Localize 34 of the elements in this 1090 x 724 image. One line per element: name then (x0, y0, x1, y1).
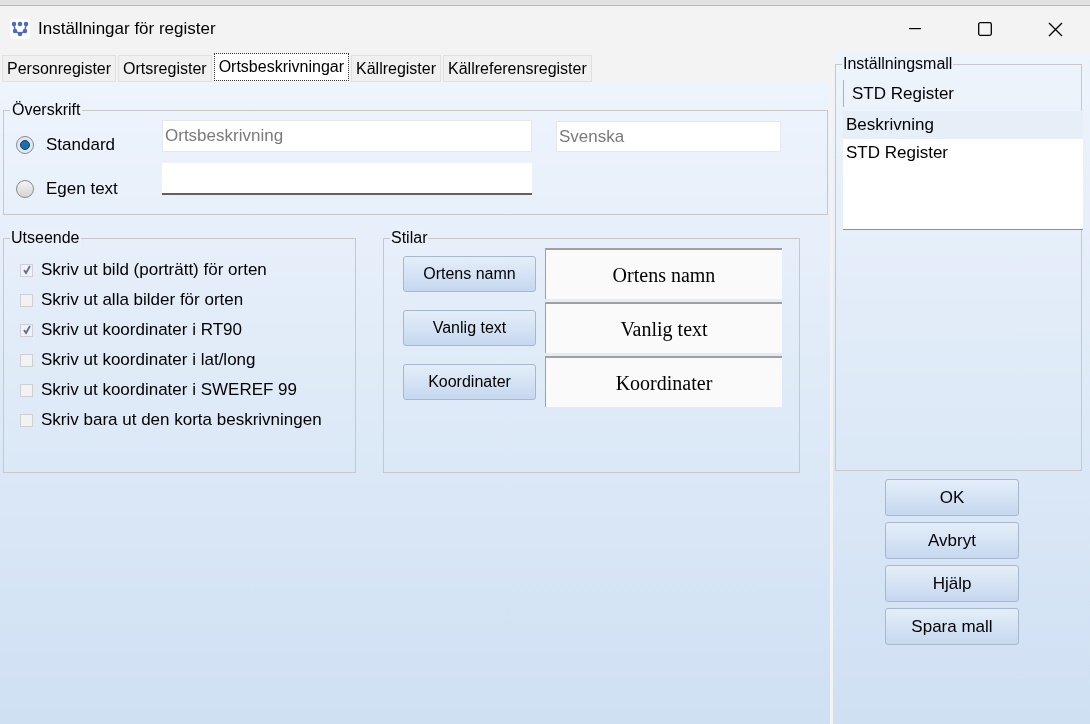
checkbox-option[interactable]: Skriv ut koordinater i SWEREF 99 (20, 375, 355, 405)
checkbox-option[interactable]: Skriv ut koordinater i lat/long (20, 345, 355, 375)
tab[interactable]: Ortsbeskrivningar (213, 53, 349, 81)
style-preview: Ortens namn (545, 248, 782, 299)
tab[interactable]: Källregister (351, 55, 442, 82)
checkmark-icon (21, 325, 32, 335)
style-button[interactable]: Ortens namn (403, 255, 536, 292)
tab[interactable]: Personregister (2, 55, 117, 82)
radio-option[interactable]: Standard (16, 133, 162, 157)
checkbox-option[interactable]: Skriv ut bild (porträtt) för orten (20, 255, 355, 285)
maximize-icon (978, 22, 992, 36)
radio-option[interactable]: Egen text (16, 177, 162, 201)
style-button[interactable]: Vanlig text (403, 309, 536, 346)
checkmark-icon (21, 265, 32, 275)
close-icon (1047, 21, 1063, 37)
style-preview: Vanlig text (545, 302, 782, 353)
style-preview: Koordinater (545, 356, 782, 407)
checkbox-option[interactable]: Skriv ut alla bilder för orten (20, 285, 355, 315)
app-icon (10, 19, 30, 39)
window-title: Inställningar för register (38, 18, 216, 41)
tab[interactable]: Ortsregister (118, 55, 212, 82)
dialog-button[interactable]: Hjälp (885, 565, 1019, 602)
template-list[interactable]: Beskrivning STD Register (843, 111, 1083, 230)
dialog-button[interactable]: Spara mall (885, 608, 1019, 645)
dialog-button[interactable]: Avbryt (885, 522, 1019, 559)
column-header: Beskrivning (843, 111, 1083, 139)
checkbox-option[interactable]: Skriv bara ut den korta beskrivningen (20, 405, 355, 435)
style-button[interactable]: Koordinater (403, 363, 536, 400)
dialog-button[interactable]: OK (885, 479, 1019, 516)
checkbox-option[interactable]: Skriv ut koordinater i RT90 (20, 315, 355, 345)
custom-text-field[interactable] (162, 163, 532, 195)
group-title: Inställningsmall (842, 54, 954, 74)
tab[interactable]: Källreferensregister (443, 55, 592, 82)
minimize-icon (909, 28, 921, 30)
